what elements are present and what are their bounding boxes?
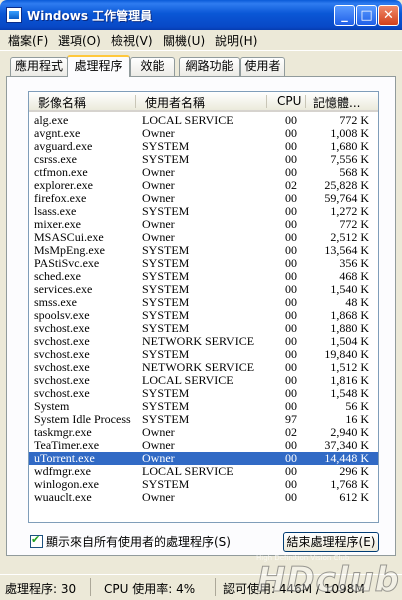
tab-users[interactable]: 使用者 xyxy=(240,57,285,76)
menu-divider xyxy=(0,50,402,51)
process-row[interactable]: svchost.exe SYSTEM 00 1,548 K xyxy=(29,387,378,400)
task-manager-app-icon xyxy=(6,7,22,23)
menu-view[interactable]: 檢視(V) xyxy=(111,32,153,49)
column-header-cpu[interactable]: CPU xyxy=(277,94,301,108)
column-divider[interactable] xyxy=(135,95,136,108)
process-row[interactable]: PAStiSvc.exe SYSTEM 00 356 K xyxy=(29,257,378,270)
show-all-users-option[interactable]: 顯示來自所有使用者的處理程序(S) xyxy=(30,533,231,550)
title-bar[interactable]: Windows 工作管理員 _ □ ✕ xyxy=(0,0,402,30)
menu-options[interactable]: 選項(O) xyxy=(58,32,101,49)
process-memory: 612 K xyxy=(339,490,369,504)
status-commit-charge: 認可使用: 446M / 1098M xyxy=(223,582,365,596)
window-title: Windows 工作管理員 xyxy=(27,9,153,23)
process-row[interactable]: firefox.exe Owner 00 59,764 K xyxy=(29,192,378,205)
status-process-count: 處理程序: 30 xyxy=(5,582,77,596)
status-divider xyxy=(90,578,91,596)
column-header-user-name[interactable]: 使用者名稱 xyxy=(145,94,205,111)
menu-bar: 檔案(F) 選項(O) 檢視(V) 關機(U) 說明(H) xyxy=(0,30,402,50)
menu-file[interactable]: 檔案(F) xyxy=(8,32,48,49)
tab-applications[interactable]: 應用程式 xyxy=(10,57,68,76)
process-row[interactable]: lsass.exe SYSTEM 00 1,272 K xyxy=(29,205,378,218)
process-row[interactable]: avguard.exe SYSTEM 00 1,680 K xyxy=(29,140,378,153)
column-divider[interactable] xyxy=(305,95,306,108)
minimize-button[interactable]: _ xyxy=(334,5,355,26)
tab-networking[interactable]: 網路功能 xyxy=(179,57,240,76)
column-divider[interactable] xyxy=(266,95,267,108)
process-image-name: wuauclt.exe xyxy=(34,490,92,504)
menu-help[interactable]: 說明(H) xyxy=(215,32,257,49)
maximize-button[interactable]: □ xyxy=(356,5,377,26)
menu-shutdown[interactable]: 關機(U) xyxy=(163,32,205,49)
process-row[interactable]: alg.exe LOCAL SERVICE 00 772 K xyxy=(29,114,378,127)
end-process-button[interactable]: 結束處理程序(E) xyxy=(283,532,379,552)
process-user-name: Owner xyxy=(142,490,175,504)
process-list-header: 影像名稱 使用者名稱 CPU 記憶體... xyxy=(29,92,378,112)
status-cpu-usage: CPU 使用率: 4% xyxy=(104,582,196,596)
tab-strip: 應用程式 處理程序 效能 網路功能 使用者 xyxy=(0,55,402,77)
process-cpu: 00 xyxy=(285,490,297,504)
column-header-memory[interactable]: 記憶體... xyxy=(313,94,360,111)
process-row[interactable]: services.exe SYSTEM 00 1,540 K xyxy=(29,283,378,296)
show-all-users-label: 顯示來自所有使用者的處理程序(S) xyxy=(46,535,231,549)
process-list[interactable]: 影像名稱 使用者名稱 CPU 記憶體... alg.exe LOCAL SERVI… xyxy=(28,91,379,523)
show-all-users-checkbox[interactable] xyxy=(30,533,43,548)
status-divider xyxy=(215,578,216,596)
process-row[interactable]: wuauclt.exe Owner 00 612 K xyxy=(29,491,378,504)
tab-performance[interactable]: 效能 xyxy=(130,57,175,76)
tab-processes[interactable]: 處理程序 xyxy=(67,55,130,77)
status-bar: 處理程序: 30 CPU 使用率: 4% 認可使用: 446M / 1098M xyxy=(0,574,402,600)
process-rows: alg.exe LOCAL SERVICE 00 772 Kavgnt.exe Owne… xyxy=(29,114,378,504)
close-button[interactable]: ✕ xyxy=(378,5,399,26)
column-header-image-name[interactable]: 影像名稱 xyxy=(38,94,86,111)
